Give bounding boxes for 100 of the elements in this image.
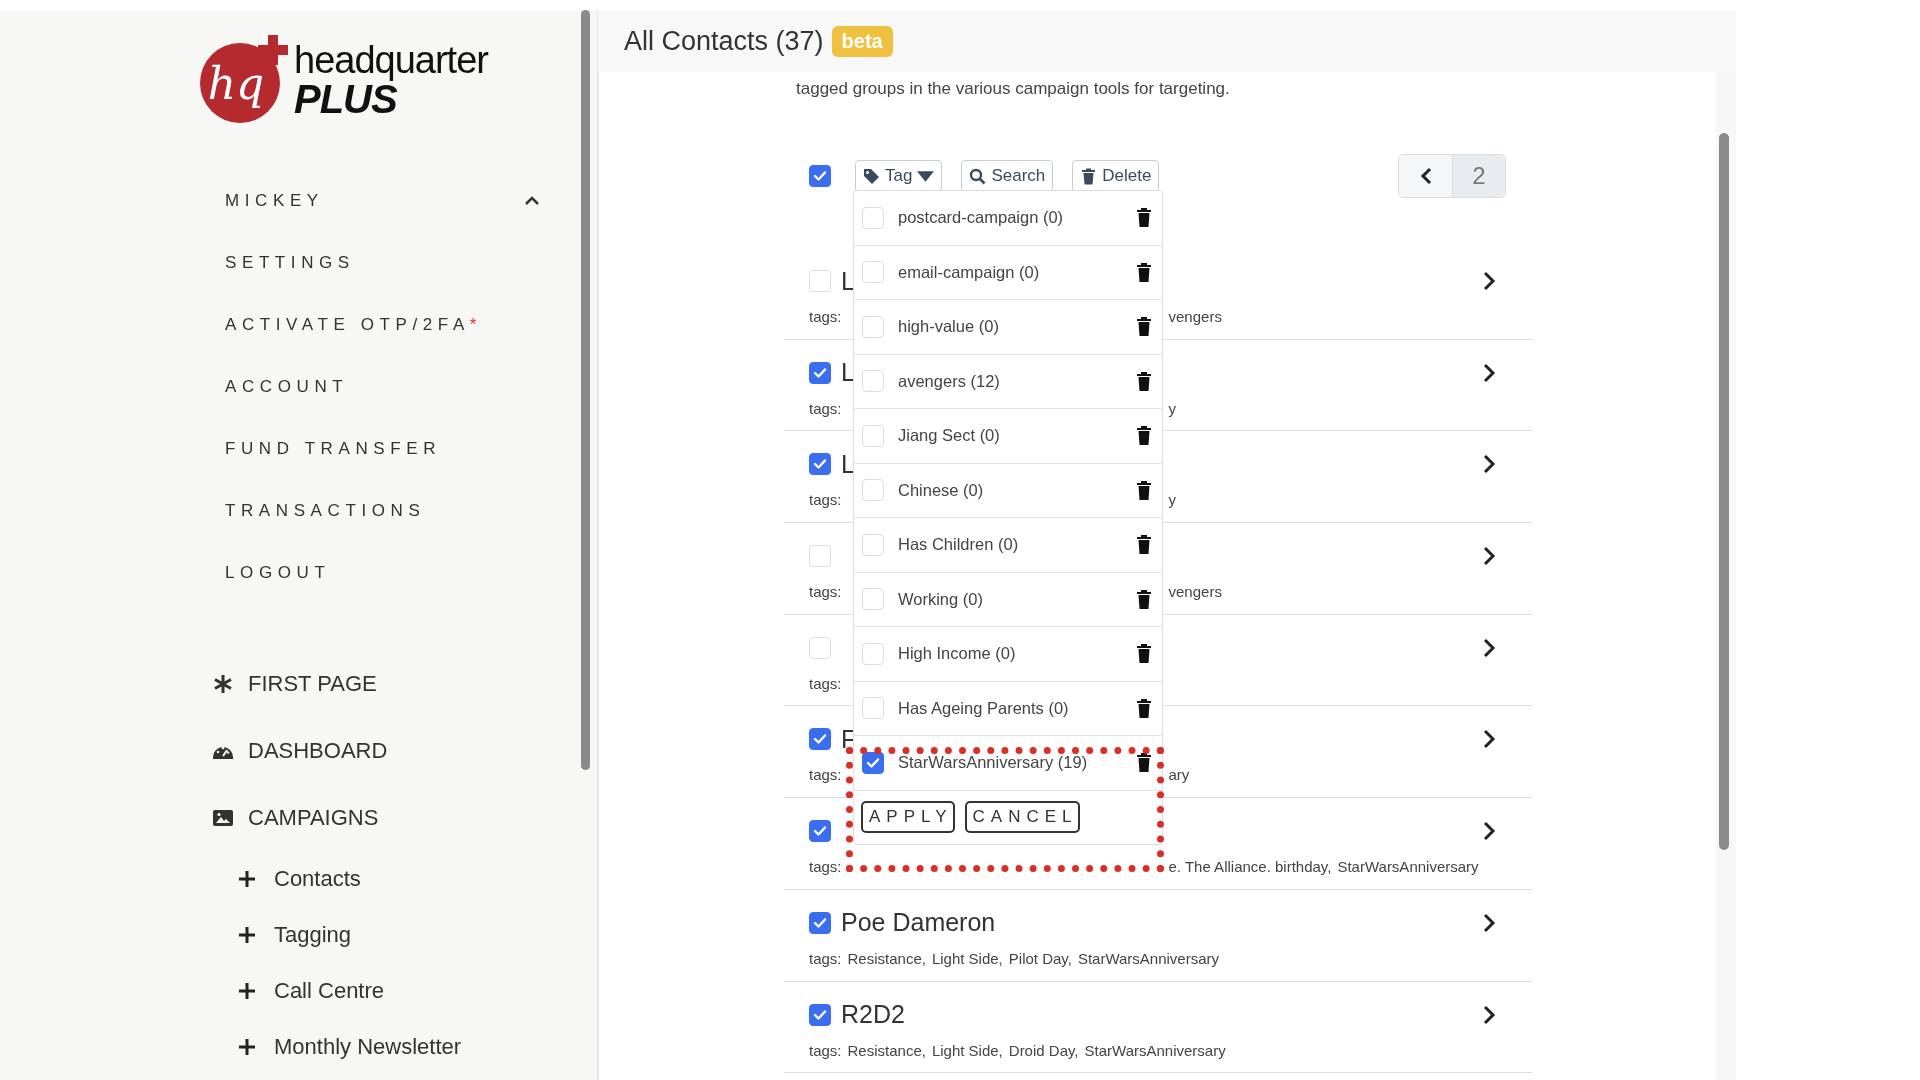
tag-checkbox[interactable] <box>862 751 884 774</box>
tag-option-label[interactable]: Chinese (0) <box>898 480 1122 500</box>
scrollbar-thumb[interactable] <box>1719 133 1729 850</box>
trash-icon[interactable] <box>1136 588 1152 610</box>
tags-label: tags: <box>809 583 842 601</box>
row-checkbox[interactable] <box>809 361 831 384</box>
chevron-right-icon[interactable] <box>1482 270 1496 292</box>
sub-menu-link[interactable]: Tagging <box>274 922 352 948</box>
search-button[interactable]: Search <box>961 160 1054 192</box>
nav-link[interactable]: FIRST PAGE <box>200 650 575 717</box>
tag-text: Resistance, <box>847 1041 926 1059</box>
menu-link[interactable]: TRANSACTIONS <box>225 501 426 521</box>
contact-row[interactable]: R2D2 tags: Resistance, Light Side, Droid Day, StarWarsAnniversary <box>784 981 1532 1074</box>
sub-menu-link[interactable]: Contacts <box>274 866 361 892</box>
plus-icon <box>258 35 288 65</box>
tag-text: vengers <box>1168 308 1222 325</box>
tag-option-label[interactable]: postcard-campaign (0) <box>898 208 1122 228</box>
contact-name: L <box>841 266 855 296</box>
nav-link[interactable]: CAMPAIGNS <box>200 784 575 851</box>
tag-option-label[interactable]: Jiang Sect (0) <box>898 426 1122 446</box>
trash-icon[interactable] <box>1136 370 1152 392</box>
tag-option-label[interactable]: high-value (0) <box>898 317 1122 337</box>
tag-text: e. The Alliance. birthday, <box>1168 858 1332 876</box>
tag-option-label[interactable]: email-campaign (0) <box>898 262 1122 282</box>
account-menu-toggle[interactable]: MICKEY <box>225 191 324 211</box>
delete-button[interactable]: Delete <box>1072 160 1160 192</box>
tag-text: StarWarsAnniversary <box>1337 858 1479 876</box>
tag-text: Resistance, <box>847 949 926 967</box>
tag-icon <box>863 167 880 185</box>
sub-menu-link[interactable]: Call Centre <box>274 978 385 1004</box>
chevron-left-icon <box>1419 167 1432 185</box>
checkmark-icon <box>866 756 880 769</box>
tag-button[interactable]: Tag <box>855 160 943 192</box>
tags-label: tags: <box>809 308 842 325</box>
tag-option-label[interactable]: Working (0) <box>898 589 1122 609</box>
select-all-checkbox[interactable] <box>809 165 831 187</box>
row-checkbox[interactable] <box>809 453 831 476</box>
contact-name: L <box>841 358 855 388</box>
nav-label: FIRST PAGE <box>248 670 377 697</box>
checkmark-icon <box>813 458 827 471</box>
trash-icon[interactable] <box>1136 316 1152 338</box>
trash-icon[interactable] <box>1136 425 1152 447</box>
menu-link[interactable]: ACTIVATE OTP/2FA* <box>225 315 483 335</box>
menu-link[interactable]: LOGOUT <box>225 563 331 583</box>
contact-name: R2D2 <box>841 1000 906 1029</box>
contact-row[interactable]: Poe Dameron tags: Resistance, Light Side, Pilot Day, StarWarsAnniversary <box>784 889 1532 982</box>
row-checkbox[interactable] <box>809 728 831 751</box>
row-checkbox[interactable] <box>809 820 831 843</box>
chevron-right-icon[interactable] <box>1482 911 1496 934</box>
tag-text: y <box>1168 491 1177 509</box>
tags-label: tags: <box>809 766 842 784</box>
beta-badge: beta <box>831 25 893 57</box>
tag-text: StarWarsAnniversary <box>1084 1041 1226 1059</box>
checkmark-icon <box>813 825 827 838</box>
page-number[interactable]: 2 <box>1453 155 1505 197</box>
nav-label: CAMPAIGNS <box>248 804 379 831</box>
row-checkbox[interactable] <box>809 1003 831 1026</box>
cancel-button[interactable]: CANCEL <box>964 801 1080 833</box>
trash-icon[interactable] <box>1136 261 1152 283</box>
scrollbar-thumb[interactable] <box>581 10 590 770</box>
nav-link[interactable]: DASHBOARD <box>200 717 575 784</box>
menu-link[interactable]: FUND TRANSFER <box>225 439 442 459</box>
chevron-right-icon[interactable] <box>1482 1003 1496 1026</box>
tag-text: y <box>1168 399 1177 417</box>
menu-link[interactable]: SETTINGS <box>225 253 355 273</box>
tag-option-label[interactable]: Has Children (0) <box>898 535 1122 555</box>
chevron-right-icon[interactable] <box>1482 820 1496 843</box>
trash-icon[interactable] <box>1136 697 1152 719</box>
tags-label: tags: <box>809 1041 842 1059</box>
chevron-right-icon[interactable] <box>1482 728 1496 751</box>
tag-text: StarWarsAnniversary <box>1077 949 1220 967</box>
page-title: All Contacts (37) <box>624 25 824 57</box>
logo-text: headquarter <box>294 41 488 79</box>
chevron-right-icon[interactable] <box>1482 453 1496 476</box>
tag-text: vengers <box>1168 583 1222 601</box>
sub-menu-link[interactable]: Monthly Newsletter <box>274 1034 462 1060</box>
tag-option-label[interactable]: High Income (0) <box>898 644 1122 664</box>
trash-icon[interactable] <box>1136 752 1152 774</box>
chevron-right-icon[interactable] <box>1482 361 1496 384</box>
row-checkbox[interactable] <box>809 911 831 934</box>
trash-icon[interactable] <box>1136 534 1152 556</box>
tag-option-label[interactable]: avengers (12) <box>898 371 1122 391</box>
menu-link[interactable]: ACCOUNT <box>225 377 349 397</box>
chevron-right-icon[interactable] <box>1482 545 1496 568</box>
chevron-right-icon[interactable] <box>1482 636 1496 659</box>
contact-name: L <box>841 449 855 479</box>
checkmark-icon <box>813 366 827 379</box>
checkmark-icon <box>813 170 827 182</box>
trash-icon[interactable] <box>1136 479 1152 501</box>
checkmark-icon <box>813 1008 827 1021</box>
trash-icon[interactable] <box>1136 207 1152 229</box>
tag-option-label[interactable]: StarWarsAnniversary (19) <box>898 753 1122 773</box>
tag-text: Pilot Day, <box>1008 949 1072 967</box>
tags-label: tags: <box>809 674 842 692</box>
chevron-up-icon[interactable] <box>524 196 540 206</box>
previous-page-button[interactable] <box>1399 155 1453 197</box>
trash-icon[interactable] <box>1136 643 1152 665</box>
description-text: tagged groups in the various campaign tools for targeting. <box>796 79 1231 99</box>
apply-button[interactable]: APPLY <box>861 801 955 833</box>
contact-name: Poe Dameron <box>841 908 997 938</box>
